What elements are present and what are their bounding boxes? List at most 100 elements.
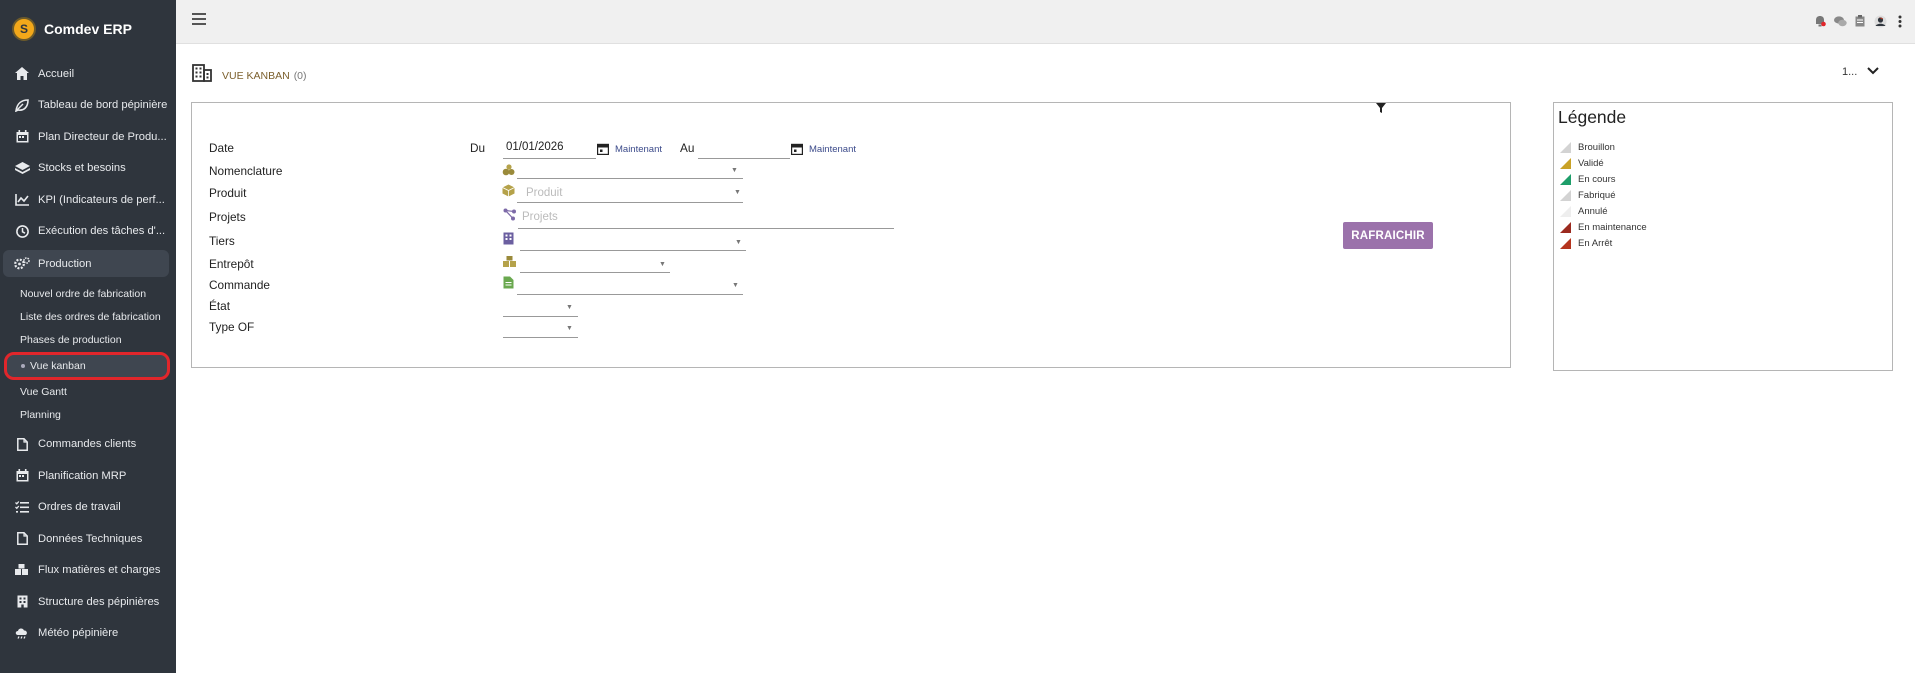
type-of-dropdown-icon[interactable]: ▼	[566, 325, 573, 332]
sidebar-item-commandes-clients[interactable]: Commandes clients	[0, 428, 176, 460]
legend-title: Légende	[1558, 107, 1627, 127]
nomenclature-select[interactable]	[517, 178, 743, 179]
building-icon	[192, 64, 212, 87]
entrepot-dropdown-icon[interactable]: ▼	[659, 261, 666, 268]
legend-panel: Légende Brouillon Validé En cours Fabriq…	[1553, 102, 1893, 371]
box-icon	[502, 184, 516, 198]
legend-item-label: En cours	[1578, 173, 1616, 185]
chat-icon[interactable]	[1833, 14, 1847, 28]
type-of-label: Type OF	[209, 320, 255, 334]
sidebar-item-execution[interactable]: Exécution des tâches d'...	[0, 216, 176, 248]
produit-select[interactable]: Produit	[526, 187, 562, 199]
legend-item-label: Brouillon	[1578, 141, 1615, 153]
legend-item-en-arret: En Arrêt	[1560, 235, 1647, 251]
pager-value: 1...	[1842, 66, 1858, 78]
order-document-icon	[503, 276, 517, 290]
sidebar-subitem-vue-gantt[interactable]: Vue Gantt	[0, 380, 176, 403]
app-name: Comdev ERP	[44, 21, 132, 37]
commande-dropdown-icon[interactable]: ▼	[732, 282, 739, 289]
sidebar-item-donnees-techniques[interactable]: Données Techniques	[0, 523, 176, 555]
sidebar-item-ordres-travail[interactable]: Ordres de travail	[0, 491, 176, 523]
sidebar-subitem-label: Vue kanban	[30, 359, 86, 372]
tiers-dropdown-icon[interactable]: ▼	[735, 239, 742, 246]
legend-item-brouillon: Brouillon	[1560, 139, 1647, 155]
sidebar-subitem-vue-kanban[interactable]: Vue kanban	[4, 351, 170, 380]
produit-dropdown-icon[interactable]: ▼	[734, 189, 741, 196]
sidebar-item-label: Flux matières et charges	[38, 564, 161, 577]
sidebar-item-meteo[interactable]: Météo pépinière	[0, 617, 176, 649]
entrepot-select[interactable]	[520, 272, 670, 273]
date-label: Date	[209, 141, 234, 155]
sidebar-item-label: Données Techniques	[38, 532, 143, 545]
menu-toggle-icon[interactable]	[192, 13, 206, 27]
sidebar-subitem-liste-ordres[interactable]: Liste des ordres de fabrication	[0, 305, 176, 328]
legend-item-valide: Validé	[1560, 155, 1647, 171]
sidebar-item-structure-pepinieres[interactable]: Structure des pépinières	[0, 586, 176, 618]
sidebar-item-planification-mrp[interactable]: Planification MRP	[0, 460, 176, 492]
user-avatar-icon[interactable]	[1873, 14, 1887, 28]
sidebar-menu: Accueil Tableau de bord pépinière Plan D…	[0, 58, 176, 649]
legend-item-label: En maintenance	[1578, 221, 1647, 233]
topbar	[176, 0, 1915, 44]
record-count: (0)	[293, 69, 307, 82]
to-now-link[interactable]: Maintenant	[809, 144, 856, 155]
pager-select[interactable]: 1...	[1842, 66, 1880, 78]
sidebar-item-label: Planification MRP	[38, 469, 127, 482]
legend-item-en-maintenance: En maintenance	[1560, 219, 1647, 235]
sidebar-item-production[interactable]: Production	[3, 250, 169, 277]
status-triangle-icon	[1560, 173, 1571, 185]
from-now-link[interactable]: Maintenant	[615, 144, 662, 155]
legend-item-annule: Annulé	[1560, 203, 1647, 219]
chevron-down-icon	[1867, 66, 1880, 78]
production-submenu: Nouvel ordre de fabrication Liste des or…	[0, 280, 176, 428]
etat-select[interactable]	[503, 316, 578, 317]
produit-underline	[517, 202, 743, 203]
type-of-select[interactable]	[503, 337, 578, 338]
nomenclature-label: Nomenclature	[209, 164, 283, 178]
sidebar-item-accueil[interactable]: Accueil	[0, 58, 176, 90]
sidebar: S Comdev ERP Accueil Tableau de bord pép…	[0, 0, 176, 673]
refresh-button[interactable]: RAFRAICHIR	[1343, 222, 1433, 249]
sidebar-item-stocks[interactable]: Stocks et besoins	[0, 153, 176, 185]
sidebar-item-label: Plan Directeur de Produ...	[38, 130, 167, 143]
sidebar-item-tableau-de-bord[interactable]: Tableau de bord pépinière	[0, 90, 176, 122]
sidebar-item-kpi[interactable]: KPI (Indicateurs de perf...	[0, 184, 176, 216]
status-triangle-icon	[1560, 189, 1571, 201]
calendar-icon[interactable]	[790, 142, 805, 156]
sidebar-subitem-planning[interactable]: Planning	[0, 403, 176, 426]
tiers-label: Tiers	[209, 234, 235, 248]
page-title: VUE KANBAN	[222, 69, 290, 82]
more-options-icon[interactable]	[1893, 14, 1907, 28]
status-triangle-icon	[1560, 205, 1571, 217]
status-triangle-icon	[1560, 221, 1571, 233]
from-label: Du	[470, 141, 486, 155]
calendar-icon[interactable]	[596, 142, 611, 156]
project-network-icon	[503, 208, 517, 222]
projets-underline	[518, 228, 894, 229]
filter-funnel-icon[interactable]	[1376, 100, 1386, 118]
brand[interactable]: S Comdev ERP	[12, 16, 132, 42]
sidebar-item-flux-matieres[interactable]: Flux matières et charges	[0, 554, 176, 586]
to-label: Au	[680, 141, 695, 155]
nomenclature-dropdown-icon[interactable]: ▼	[731, 167, 738, 174]
sidebar-subitem-phases[interactable]: Phases de production	[0, 329, 176, 352]
filter-panel	[191, 102, 1511, 368]
commande-label: Commande	[209, 278, 270, 292]
home-icon	[14, 66, 30, 82]
sidebar-subitem-nouvel-ordre[interactable]: Nouvel ordre de fabrication	[0, 282, 176, 305]
commande-select[interactable]	[517, 294, 743, 295]
clipboard-icon[interactable]	[1853, 14, 1867, 28]
sidebar-item-label: Accueil	[38, 67, 75, 80]
projets-input[interactable]: Projets	[522, 211, 558, 223]
calendar-icon	[14, 468, 30, 484]
etat-dropdown-icon[interactable]: ▼	[566, 304, 573, 311]
legend-item-label: Annulé	[1578, 205, 1608, 217]
sidebar-item-plan-directeur[interactable]: Plan Directeur de Produ...	[0, 121, 176, 153]
tiers-select[interactable]	[520, 250, 746, 251]
legend-item-fabrique: Fabriqué	[1560, 187, 1647, 203]
sidebar-item-label: KPI (Indicateurs de perf...	[38, 193, 165, 206]
notification-bell-icon[interactable]	[1813, 14, 1827, 28]
sidebar-item-label: Stocks et besoins	[38, 162, 126, 175]
topbar-icons	[1813, 14, 1907, 28]
date-from-input[interactable]: 01/01/2026	[506, 141, 564, 153]
